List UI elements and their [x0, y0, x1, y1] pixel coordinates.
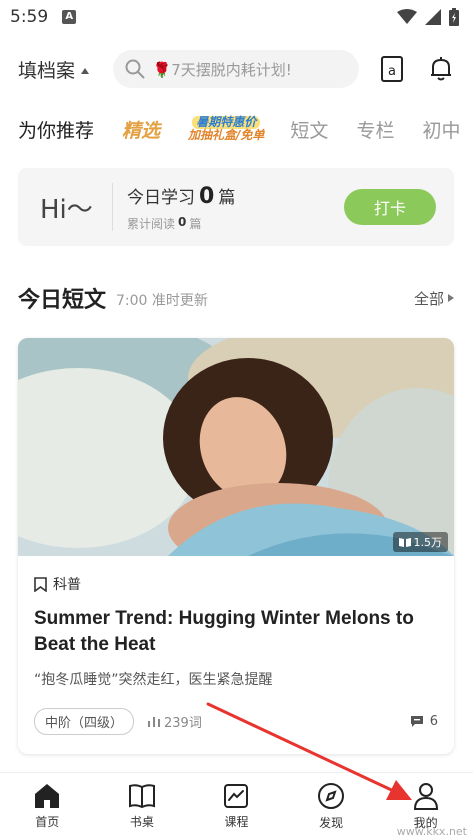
watermark: www.kkx.net: [396, 825, 467, 838]
today-label: 今日学习: [127, 187, 195, 208]
today-count: 0: [199, 183, 215, 209]
top-header: 填档案 🌹7天摆脱内耗计划! a: [0, 48, 473, 90]
section-subtitle: 7:00 准时更新: [116, 293, 208, 309]
home-icon: [35, 784, 60, 808]
tab-featured[interactable]: 精选: [122, 116, 160, 143]
notification-button[interactable]: [426, 54, 455, 84]
comment-count[interactable]: 6: [410, 714, 438, 729]
chevron-right-icon: [448, 294, 454, 302]
comment-icon: [410, 715, 423, 727]
dictionary-button[interactable]: a: [377, 54, 406, 84]
view-all-label: 全部: [413, 289, 444, 308]
nav-home[interactable]: 首页: [0, 773, 95, 840]
book-icon: [128, 784, 155, 809]
section-title: 今日短文: [18, 288, 107, 313]
tab-junior-high[interactable]: 初中: [422, 116, 460, 143]
article-card[interactable]: 1.5万 科普 Summer Trend: Hugging Winter Mel…: [18, 338, 454, 754]
signal-icon: [425, 9, 441, 25]
nav-discover[interactable]: 发现: [284, 773, 379, 840]
article-summary: “抱冬瓜睡觉”突然走红，医生紧急提醒: [34, 672, 273, 689]
profile-dropdown[interactable]: 填档案: [18, 56, 111, 83]
sleeping-woman-illustration: [18, 338, 454, 556]
nav-courses-label: 课程: [224, 815, 249, 829]
greeting-text: Hi～: [40, 194, 93, 225]
bell-icon: [430, 57, 451, 81]
dropdown-caret-icon: [81, 68, 90, 74]
tab-recommended[interactable]: 为你推荐: [18, 116, 94, 143]
word-count: 239词: [148, 712, 202, 731]
divider: [112, 183, 113, 231]
difficulty-badge: 中阶（四级）: [34, 707, 135, 735]
tab-summer-promo[interactable]: 暑期特惠价 加抽礼盒/免单: [188, 111, 264, 147]
total-unit: 篇: [189, 216, 202, 231]
search-placeholder: 🌹7天摆脱内耗计划!: [152, 60, 292, 79]
article-meta: 中阶（四级） 239词 6: [34, 707, 438, 735]
category-tabs: 为你推荐 精选 暑期特惠价 加抽礼盒/免单 短文 专栏 初中: [0, 108, 473, 150]
article-category: 科普: [34, 574, 454, 594]
search-icon: [125, 59, 145, 79]
view-count: 1.5万: [413, 536, 443, 549]
person-icon: [413, 783, 438, 810]
total-count: 0: [178, 214, 187, 229]
nav-discover-label: 发现: [319, 816, 344, 830]
article-title: Summer Trend: Hugging Winter Melons to B…: [34, 608, 414, 655]
status-icons: [397, 8, 459, 26]
status-bar: 5:59 A: [0, 0, 473, 34]
notification-badge: A: [62, 10, 77, 24]
total-label: 累计阅读: [127, 216, 176, 231]
chart-icon: [224, 784, 249, 808]
nav-desk-label: 书桌: [129, 815, 154, 829]
tab-short-articles[interactable]: 短文: [290, 116, 328, 143]
nav-home-label: 首页: [35, 815, 60, 829]
svg-text:a: a: [388, 64, 396, 79]
search-bar[interactable]: 🌹7天摆脱内耗计划!: [112, 50, 360, 88]
comment-count-value: 6: [429, 713, 438, 729]
tab-columns[interactable]: 专栏: [356, 116, 394, 143]
checkin-button[interactable]: 打卡: [344, 189, 436, 225]
wifi-icon: [397, 9, 417, 24]
view-all-link[interactable]: 全部: [414, 288, 454, 309]
dictionary-icon: a: [380, 56, 403, 82]
total-reading: 累计阅读 0 篇: [127, 215, 235, 232]
bar-chart-icon: [148, 717, 161, 727]
promo-subtitle: 加抽礼盒/免单: [188, 128, 265, 142]
today-unit: 篇: [218, 187, 236, 208]
battery-icon: [449, 8, 459, 26]
section-header: 今日短文 7:00 准时更新 全部: [18, 282, 454, 314]
category-label: 科普: [53, 577, 81, 593]
today-study: 今日学习 0 篇: [127, 183, 235, 209]
view-count-badge: 1.5万: [392, 532, 448, 552]
status-time: 5:59: [10, 7, 49, 27]
nav-desk[interactable]: 书桌: [95, 773, 190, 840]
study-summary-card: Hi～ 今日学习 0 篇 累计阅读 0 篇 打卡: [18, 168, 454, 246]
nav-courses[interactable]: 课程: [189, 773, 284, 840]
compass-icon: [318, 783, 345, 809]
study-stats: 今日学习 0 篇 累计阅读 0 篇: [127, 183, 235, 232]
profile-label: 填档案: [18, 59, 76, 82]
article-cover-image: 1.5万: [18, 338, 454, 556]
open-book-icon: [398, 538, 411, 547]
bookmark-icon: [34, 576, 47, 592]
word-count-value: 239词: [164, 715, 202, 731]
